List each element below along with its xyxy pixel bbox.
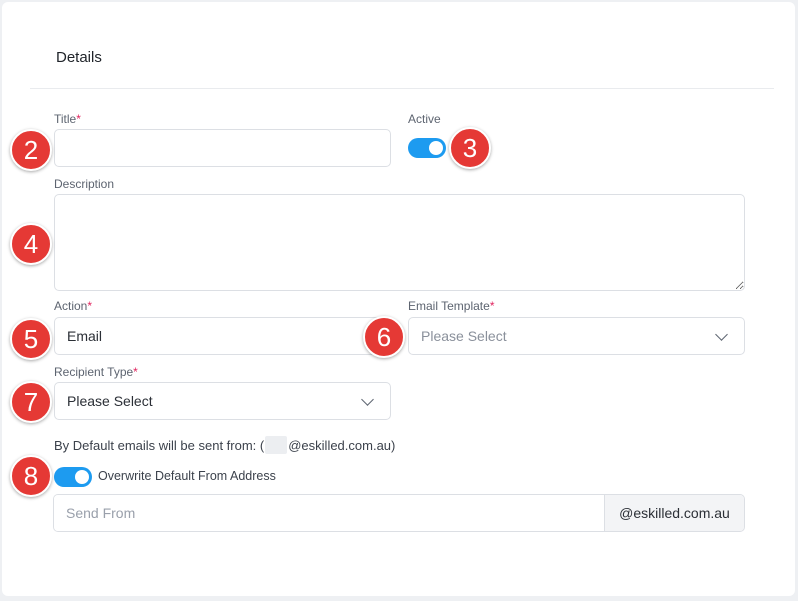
redacted-box (265, 436, 288, 455)
annotation-badge-7: 7 (10, 381, 52, 423)
section-title: Details (56, 49, 102, 66)
annotation-badge-8: 8 (10, 455, 52, 497)
default-from-prefix: By Default emails will be sent from: ( (54, 438, 265, 453)
active-toggle[interactable] (408, 138, 446, 158)
action-field[interactable]: Email (54, 317, 391, 355)
divider (30, 88, 774, 89)
description-label: Description (54, 177, 115, 191)
send-from-group: @eskilled.com.au (53, 494, 745, 532)
description-textarea[interactable] (54, 194, 745, 291)
required-mark: * (489, 299, 495, 313)
details-card: Details Title* Active Description Action… (2, 2, 795, 596)
toggle-knob (429, 141, 443, 155)
default-from-suffix: @eskilled.com.au) (288, 438, 396, 453)
recipient-type-label-text: Recipient Type (54, 365, 134, 379)
default-from-hint: By Default emails will be sent from: ( @e… (54, 436, 396, 455)
chevron-down-icon (361, 392, 374, 406)
overwrite-toggle[interactable] (54, 467, 92, 487)
annotation-badge-6: 6 (363, 316, 405, 358)
action-label-text: Action (54, 299, 88, 313)
toggle-knob (75, 470, 89, 484)
annotation-badge-2: 2 (10, 129, 52, 171)
overwrite-label: Overwrite Default From Address (98, 469, 276, 483)
required-mark: * (87, 299, 93, 313)
required-mark: * (76, 112, 81, 126)
annotation-badge-5: 5 (10, 318, 52, 360)
email-template-label: Email Template* (408, 299, 495, 313)
recipient-type-value: Please Select (67, 393, 153, 409)
title-label-text: Title (54, 112, 77, 126)
annotation-badge-4: 4 (10, 223, 52, 265)
title-input[interactable] (54, 129, 391, 167)
annotation-badge-3: 3 (449, 127, 491, 169)
title-label: Title* (54, 112, 81, 126)
email-template-value: Please Select (421, 328, 507, 344)
recipient-type-select[interactable]: Please Select (54, 382, 391, 420)
action-label: Action* (54, 299, 92, 313)
recipient-type-label: Recipient Type* (54, 365, 138, 379)
chevron-down-icon (715, 327, 728, 341)
send-from-domain: @eskilled.com.au (604, 495, 744, 531)
required-mark: * (133, 365, 138, 379)
active-label: Active (408, 112, 441, 126)
email-template-select[interactable]: Please Select (408, 317, 745, 355)
action-value: Email (67, 328, 103, 344)
email-template-label-text: Email Template (408, 299, 490, 313)
send-from-input[interactable] (54, 495, 604, 531)
